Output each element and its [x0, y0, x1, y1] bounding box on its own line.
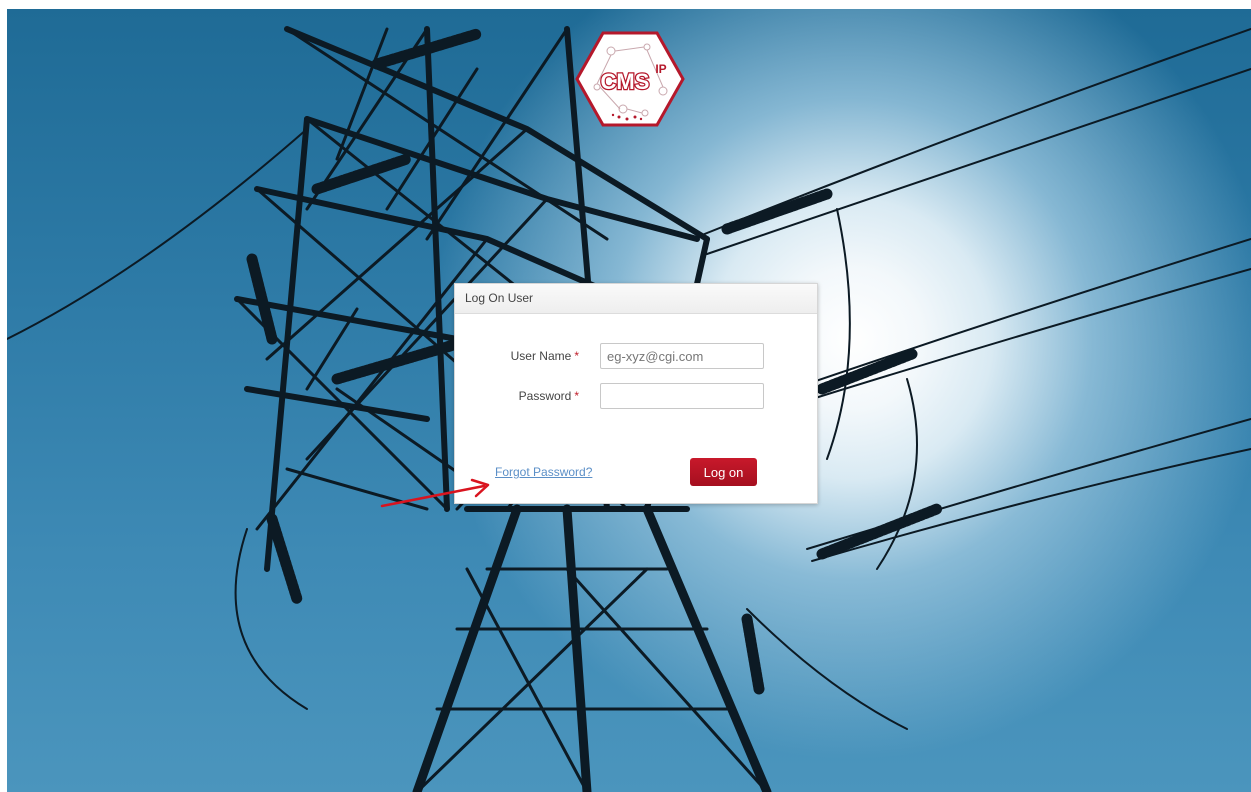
required-marker: *: [574, 389, 579, 403]
required-marker: *: [574, 349, 579, 363]
username-label-text: User Name: [510, 349, 572, 363]
password-row: Password *: [455, 383, 817, 411]
username-label: User Name *: [511, 349, 579, 363]
forgot-password-link[interactable]: Forgot Password?: [495, 465, 592, 479]
password-input[interactable]: [600, 383, 764, 409]
logo-superscript: IP: [655, 62, 666, 76]
password-label: Password *: [519, 389, 579, 403]
logo-text: CMS: [601, 69, 650, 94]
username-row: User Name *: [455, 343, 817, 371]
red-arrow-annotation: [380, 478, 490, 508]
login-panel: Log On User User Name* Password* Forgot …: [454, 283, 818, 504]
cms-ip-logo: CMS IP: [575, 31, 685, 127]
panel-title: Log On User: [455, 284, 817, 314]
username-input[interactable]: [600, 343, 764, 369]
log-on-button[interactable]: Log on: [690, 458, 757, 486]
password-label-text: Password: [518, 389, 572, 403]
